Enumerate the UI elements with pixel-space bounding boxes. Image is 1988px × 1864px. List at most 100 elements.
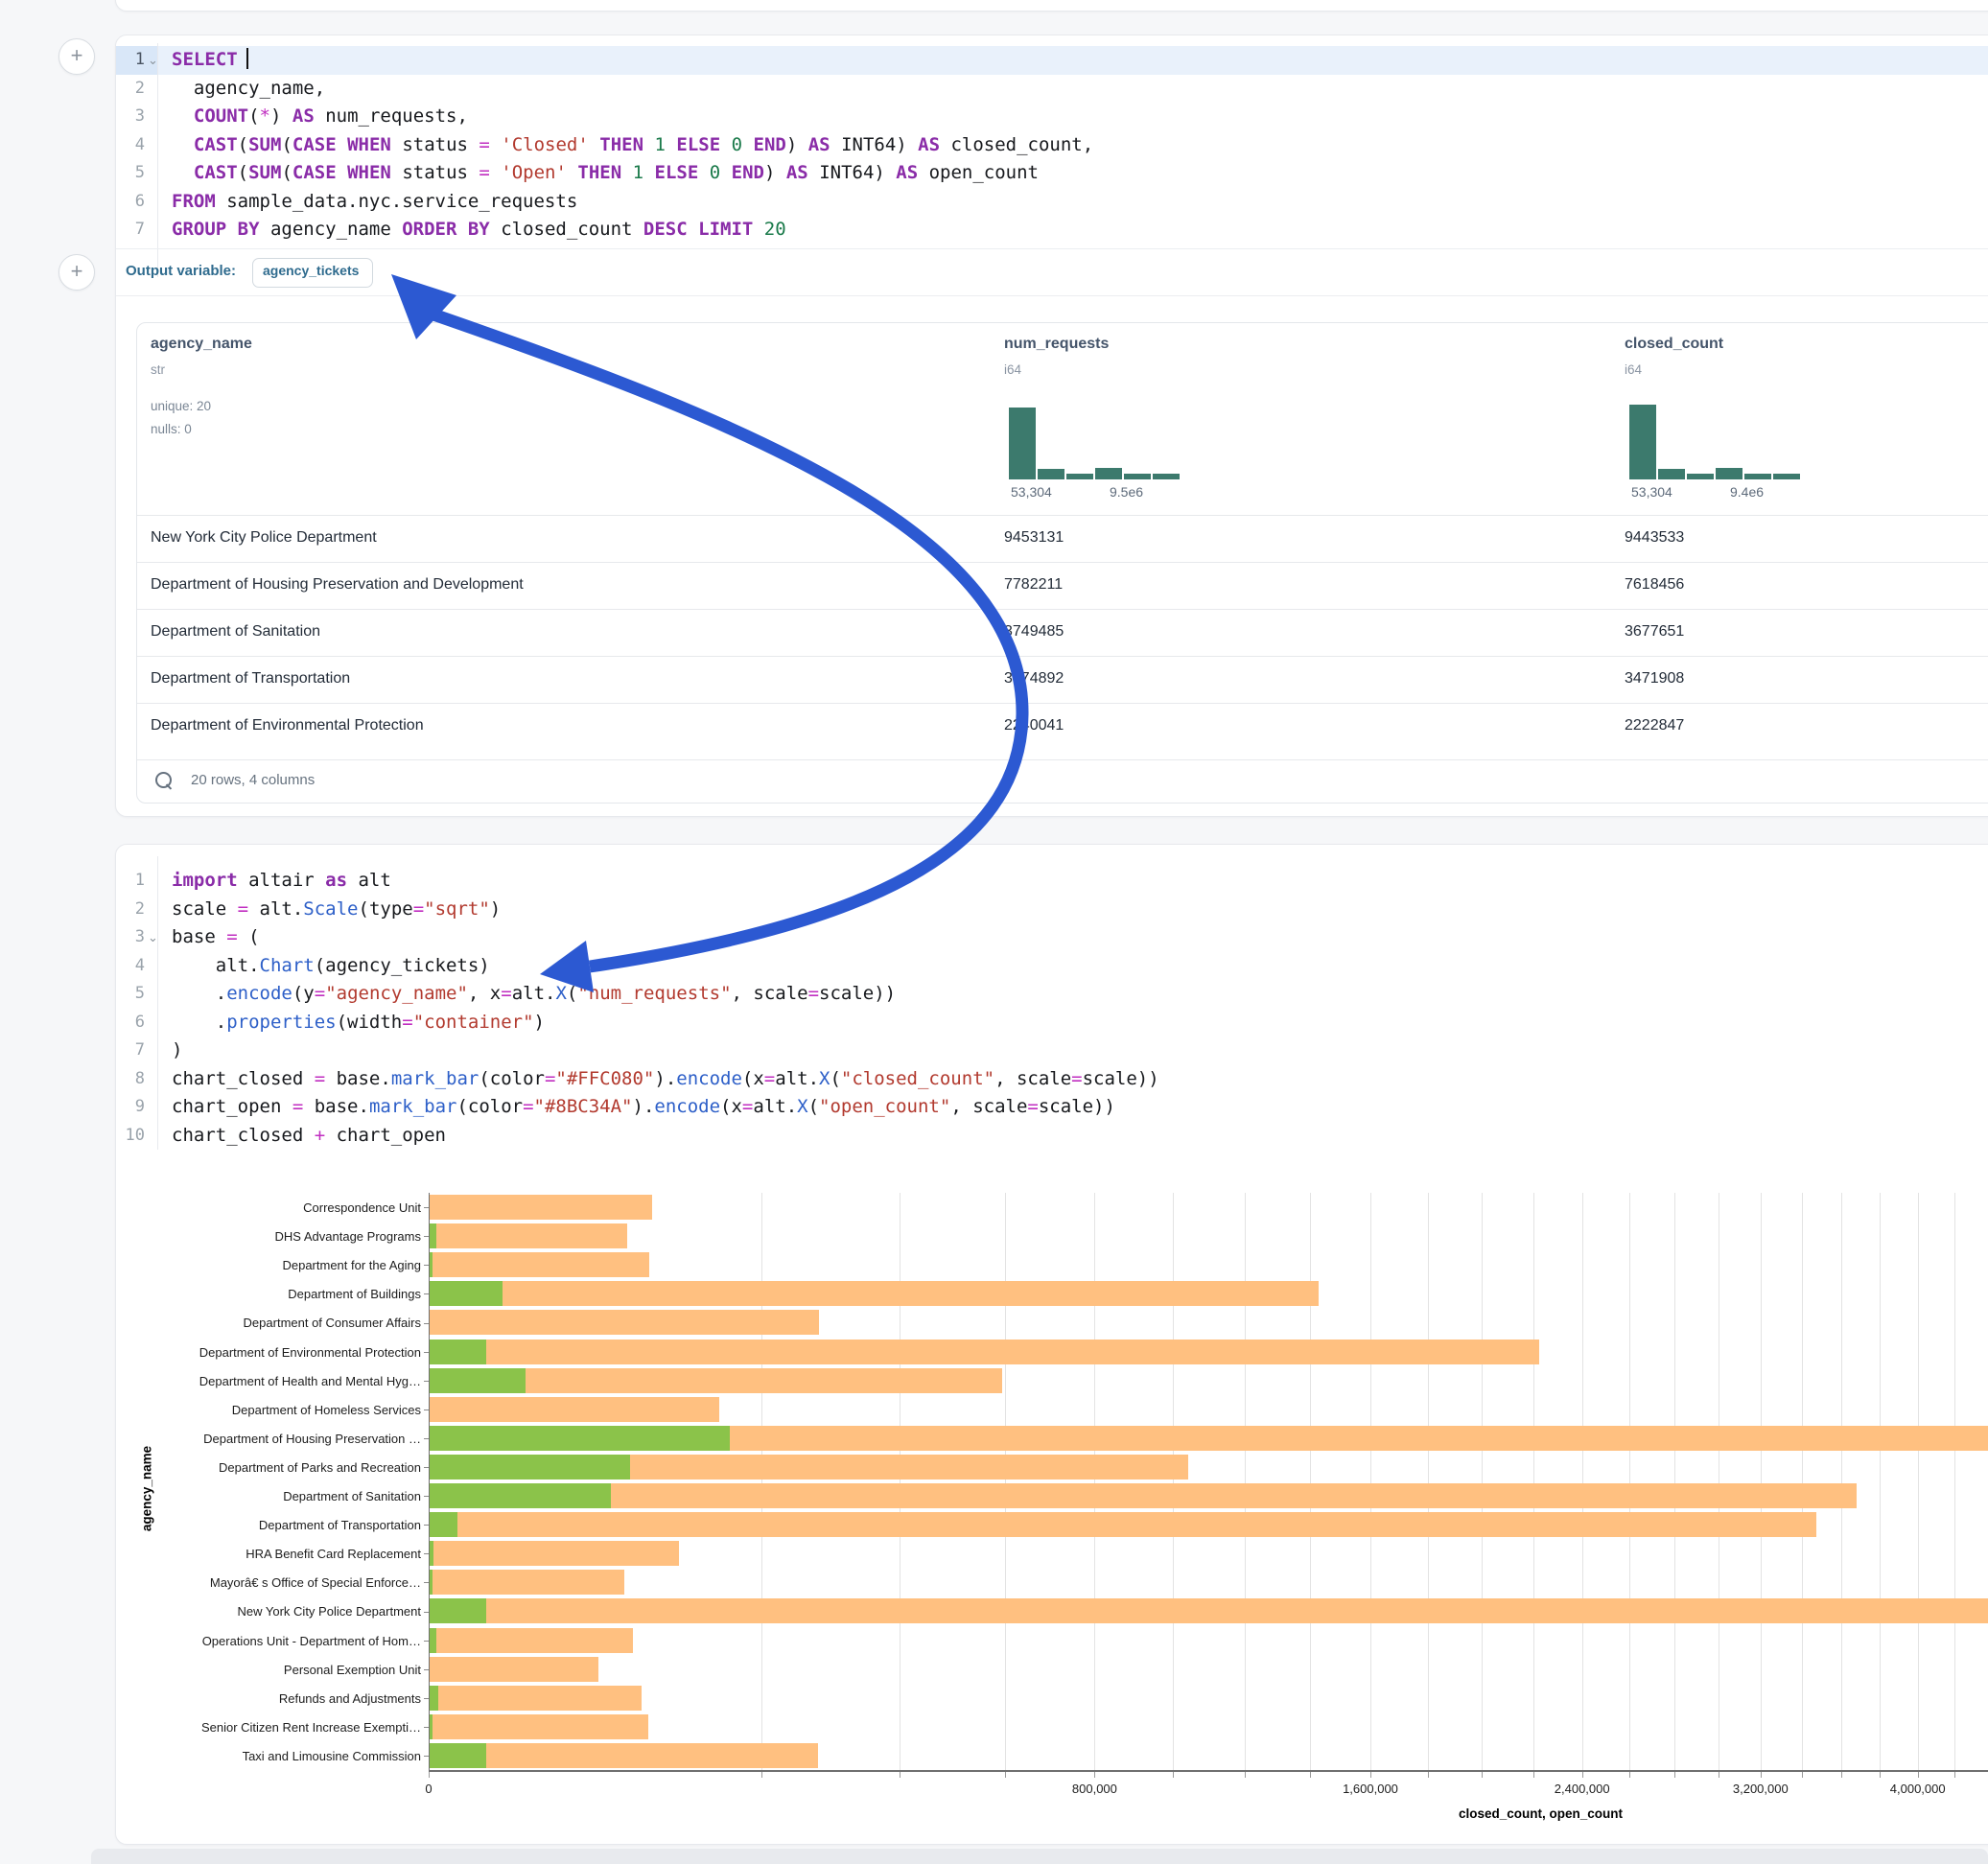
gutter-divider bbox=[157, 43, 158, 277]
column-header-closed_count[interactable]: closed_count bbox=[1625, 336, 1723, 353]
python-editor[interactable]: 1import altair as alt2scale = alt.Scale(… bbox=[116, 867, 1988, 1154]
code-line[interactable]: GROUP BY agency_name ORDER BY closed_cou… bbox=[172, 216, 786, 245]
code-line[interactable]: base = ( bbox=[172, 923, 260, 952]
notebook-page: + + 1⌄SELECT2 agency_name,3 COUNT(*) AS … bbox=[0, 0, 1988, 1864]
chart-bar-closed bbox=[429, 1195, 652, 1220]
code-line[interactable]: ) bbox=[172, 1037, 182, 1065]
code-line[interactable]: scale = alt.Scale(type="sqrt") bbox=[172, 896, 501, 924]
chart-bar-closed bbox=[429, 1598, 1988, 1623]
code-line[interactable]: CAST(SUM(CASE WHEN status = 'Closed' THE… bbox=[172, 131, 1093, 160]
x-axis-tick bbox=[1954, 1772, 1955, 1778]
column-histogram bbox=[1009, 403, 1183, 479]
column-header-agency_name[interactable]: agency_name bbox=[151, 336, 252, 353]
x-axis-tick-label: 4,000,000 bbox=[1890, 1782, 1946, 1796]
column-histogram bbox=[1629, 403, 1804, 479]
gridline bbox=[1370, 1193, 1371, 1770]
x-axis-tick bbox=[1173, 1772, 1174, 1778]
table-cell: 3471908 bbox=[1625, 670, 1684, 687]
chart-bar-closed bbox=[429, 1397, 719, 1422]
add-cell-button[interactable]: + bbox=[58, 254, 95, 291]
previous-cell-edge bbox=[115, 0, 1988, 12]
table-footer-text: 20 rows, 4 columns bbox=[191, 772, 315, 788]
x-axis-tick bbox=[429, 1772, 430, 1778]
x-axis-tick bbox=[1841, 1772, 1842, 1778]
x-axis-tick bbox=[1802, 1772, 1803, 1778]
code-line[interactable]: agency_name, bbox=[172, 75, 325, 104]
hist-min-label: 53,304 bbox=[1631, 484, 1672, 500]
code-line[interactable]: FROM sample_data.nyc.service_requests bbox=[172, 188, 577, 217]
y-axis-label: Department for the Aging bbox=[133, 1258, 421, 1272]
x-axis-tick bbox=[1880, 1772, 1881, 1778]
gridline bbox=[1802, 1193, 1803, 1770]
y-axis-label: Mayorâ€ s Office of Special Enforce… bbox=[133, 1575, 421, 1590]
gridline bbox=[1918, 1193, 1919, 1770]
line-number: 8 bbox=[112, 1065, 145, 1094]
table-cell: 3774892 bbox=[1004, 670, 1064, 687]
line-number: 2 bbox=[112, 896, 145, 924]
table-cell: Department of Environmental Protection bbox=[151, 717, 424, 734]
chart-bar-closed bbox=[429, 1628, 633, 1653]
code-line[interactable]: chart_closed = base.mark_bar(color="#FFC… bbox=[172, 1065, 1159, 1094]
code-line[interactable]: alt.Chart(agency_tickets) bbox=[172, 952, 490, 981]
y-axis-label: Department of Homeless Services bbox=[133, 1403, 421, 1417]
chart-bar-closed bbox=[429, 1223, 627, 1248]
chart-bar-open bbox=[429, 1628, 436, 1653]
line-number: 10 bbox=[112, 1122, 145, 1151]
code-line[interactable]: chart_open = base.mark_bar(color="#8BC34… bbox=[172, 1093, 1115, 1122]
line-number: 1 bbox=[112, 867, 145, 896]
chart-bar-closed bbox=[429, 1570, 624, 1595]
sql-editor[interactable]: 1⌄SELECT2 agency_name,3 COUNT(*) AS num_… bbox=[116, 35, 1988, 283]
x-axis-tick bbox=[1582, 1772, 1583, 1778]
y-axis-label: Refunds and Adjustments bbox=[133, 1691, 421, 1706]
table-row[interactable]: New York City Police Department945313194… bbox=[137, 515, 1988, 562]
code-line[interactable]: SELECT bbox=[172, 46, 248, 75]
y-axis-label: Department of Consumer Affairs bbox=[133, 1316, 421, 1330]
gridline bbox=[1582, 1193, 1583, 1770]
code-line[interactable]: import altair as alt bbox=[172, 867, 391, 896]
chart-bar-closed bbox=[429, 1743, 818, 1768]
search-icon[interactable] bbox=[155, 772, 172, 788]
chart-bar-open bbox=[429, 1426, 730, 1451]
table-cell: Department of Transportation bbox=[151, 670, 350, 687]
x-axis-tick bbox=[1245, 1772, 1246, 1778]
code-line[interactable]: .properties(width="container") bbox=[172, 1009, 545, 1037]
x-axis-tick bbox=[1310, 1772, 1311, 1778]
y-axis-label: Department of Parks and Recreation bbox=[133, 1460, 421, 1475]
gridline bbox=[761, 1193, 762, 1770]
gridline bbox=[1245, 1193, 1246, 1770]
x-axis-tick-label: 2,400,000 bbox=[1555, 1782, 1610, 1796]
y-axis-label: Department of Transportation bbox=[133, 1518, 421, 1532]
x-axis-tick bbox=[761, 1772, 762, 1778]
code-line[interactable]: COUNT(*) AS num_requests, bbox=[172, 103, 468, 131]
y-axis-label: HRA Benefit Card Replacement bbox=[133, 1547, 421, 1561]
code-line[interactable]: .encode(y="agency_name", x=alt.X("num_re… bbox=[172, 980, 896, 1009]
table-body: New York City Police Department945313194… bbox=[137, 515, 1988, 750]
chart-bar-open bbox=[429, 1340, 486, 1364]
table-row[interactable]: Department of Sanitation37494853677651 bbox=[137, 609, 1988, 656]
active-line-highlight bbox=[116, 46, 1988, 75]
y-axis-label: Department of Housing Preservation … bbox=[133, 1432, 421, 1446]
column-header-num_requests[interactable]: num_requests bbox=[1004, 336, 1109, 353]
line-number: 6 bbox=[112, 188, 145, 217]
x-axis-tick bbox=[1370, 1772, 1371, 1778]
y-axis-label: Department of Health and Mental Hyg… bbox=[133, 1374, 421, 1388]
gridline bbox=[1482, 1193, 1483, 1770]
y-axis-label: Taxi and Limousine Commission bbox=[133, 1749, 421, 1763]
table-row[interactable]: Department of Environmental Protection22… bbox=[137, 703, 1988, 750]
output-variable-row: Output variable: agency_tickets bbox=[116, 249, 1988, 295]
column-stat: unique: 20 bbox=[151, 396, 211, 416]
table-cell: 7782211 bbox=[1004, 576, 1063, 594]
output-row-divider bbox=[116, 295, 1988, 296]
table-cell: Department of Sanitation bbox=[151, 623, 320, 641]
line-number: 4 bbox=[112, 131, 145, 160]
gridline bbox=[1005, 1193, 1006, 1770]
code-line[interactable]: CAST(SUM(CASE WHEN status = 'Open' THEN … bbox=[172, 159, 1039, 188]
output-variable-badge[interactable]: agency_tickets bbox=[252, 258, 373, 288]
line-number: 1 bbox=[112, 46, 145, 75]
table-cell: Department of Housing Preservation and D… bbox=[151, 576, 524, 594]
code-line[interactable]: chart_closed + chart_open bbox=[172, 1122, 446, 1151]
table-row[interactable]: Department of Transportation 3774892 34719… bbox=[137, 656, 1988, 703]
add-cell-button[interactable]: + bbox=[58, 38, 95, 75]
sql-cell: 1⌄SELECT2 agency_name,3 COUNT(*) AS num_… bbox=[115, 35, 1988, 817]
table-row[interactable]: Department of Housing Preservation and D… bbox=[137, 562, 1988, 609]
